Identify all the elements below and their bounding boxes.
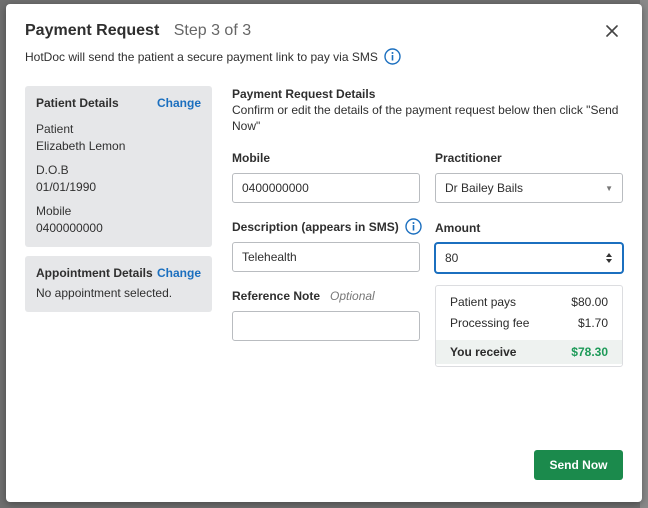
section-title: Payment Request Details — [232, 87, 376, 101]
modal-header: Payment Request Step 3 of 3 — [25, 22, 623, 46]
patient-name-field: Patient Elizabeth Lemon — [36, 122, 201, 153]
mobile-input-label: Mobile — [232, 151, 270, 165]
appointment-details-card: Appointment Details Change No appointmen… — [25, 256, 212, 312]
patient-dob-field: D.O.B 01/01/1990 — [36, 163, 201, 194]
patient-pays-value: $80.00 — [571, 294, 608, 309]
patient-change-link[interactable]: Change — [157, 96, 201, 110]
appointment-message: No appointment selected. — [36, 286, 173, 300]
mobile-input[interactable]: 0400000000 — [232, 173, 420, 203]
practitioner-select[interactable]: Dr Bailey Bails ▼ — [435, 173, 623, 203]
description-info-icon[interactable] — [405, 218, 422, 235]
amount-label: Amount — [435, 221, 481, 235]
subtitle-text: HotDoc will send the patient a secure pa… — [25, 49, 378, 64]
mobile-input-value: 0400000000 — [242, 181, 309, 195]
payment-summary: Patient pays $80.00 Processing fee $1.70… — [435, 285, 623, 367]
modal-subtitle: HotDoc will send the patient a secure pa… — [25, 48, 401, 65]
practitioner-label: Practitioner — [435, 151, 502, 165]
reference-optional-hint: Optional — [330, 289, 375, 303]
step-indicator: Step 3 of 3 — [173, 22, 252, 39]
mobile-value: 0400000000 — [36, 221, 103, 235]
patient-label: Patient — [36, 122, 74, 136]
close-icon — [606, 25, 618, 37]
modal-title: Payment Request — [25, 22, 160, 39]
practitioner-value: Dr Bailey Bails — [445, 181, 524, 195]
amount-input-value: 80 — [445, 251, 459, 265]
amount-input[interactable]: 80 — [435, 243, 623, 273]
you-receive-label: You receive — [450, 345, 517, 359]
patient-details-card: Patient Details Change Patient Elizabeth… — [25, 86, 212, 247]
description-label: Description (appears in SMS) — [232, 219, 399, 234]
reference-note-input[interactable] — [232, 311, 420, 341]
payment-request-modal: Payment Request Step 3 of 3 HotDoc will … — [6, 4, 642, 502]
processing-fee-row: Processing fee $1.70 — [436, 312, 622, 333]
patient-mobile-field: Mobile 0400000000 — [36, 204, 201, 235]
reference-label-row: Reference Note Optional — [232, 289, 375, 303]
patient-pays-row: Patient pays $80.00 — [436, 291, 622, 312]
patient-name: Elizabeth Lemon — [36, 139, 126, 153]
section-description: Confirm or edit the details of the payme… — [232, 103, 619, 133]
appointment-details-title: Appointment Details — [36, 266, 153, 280]
dob-label: D.O.B — [36, 163, 69, 177]
description-input-value: Telehealth — [242, 250, 297, 264]
description-label-row: Description (appears in SMS) — [232, 218, 422, 235]
you-receive-row: You receive $78.30 — [436, 340, 622, 364]
send-now-button[interactable]: Send Now — [534, 450, 623, 480]
patient-pays-label: Patient pays — [450, 294, 517, 309]
appointment-change-link[interactable]: Change — [157, 266, 201, 280]
close-button[interactable] — [601, 20, 623, 42]
description-input[interactable]: Telehealth — [232, 242, 420, 272]
patient-details-title: Patient Details — [36, 96, 119, 110]
processing-fee-label: Processing fee — [450, 315, 530, 330]
processing-fee-value: $1.70 — [577, 315, 608, 330]
mobile-label: Mobile — [36, 204, 72, 218]
reference-label: Reference Note — [232, 289, 321, 303]
dob-value: 01/01/1990 — [36, 180, 97, 194]
you-receive-value: $78.30 — [571, 345, 608, 359]
info-icon[interactable] — [384, 48, 401, 65]
spinner-arrows-icon[interactable] — [605, 252, 613, 264]
dropdown-caret-icon: ▼ — [605, 183, 613, 193]
